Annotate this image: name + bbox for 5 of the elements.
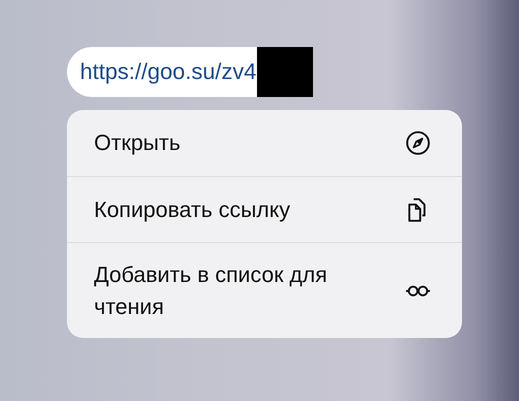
url-text: https://goo.su/zv4: [80, 59, 256, 85]
menu-item[interactable]: Добавить в список для чтения: [67, 242, 462, 338]
compass-icon: [405, 130, 431, 156]
menu-item[interactable]: Копировать ссылку: [67, 176, 462, 242]
menu-item[interactable]: Открыть: [67, 110, 462, 176]
